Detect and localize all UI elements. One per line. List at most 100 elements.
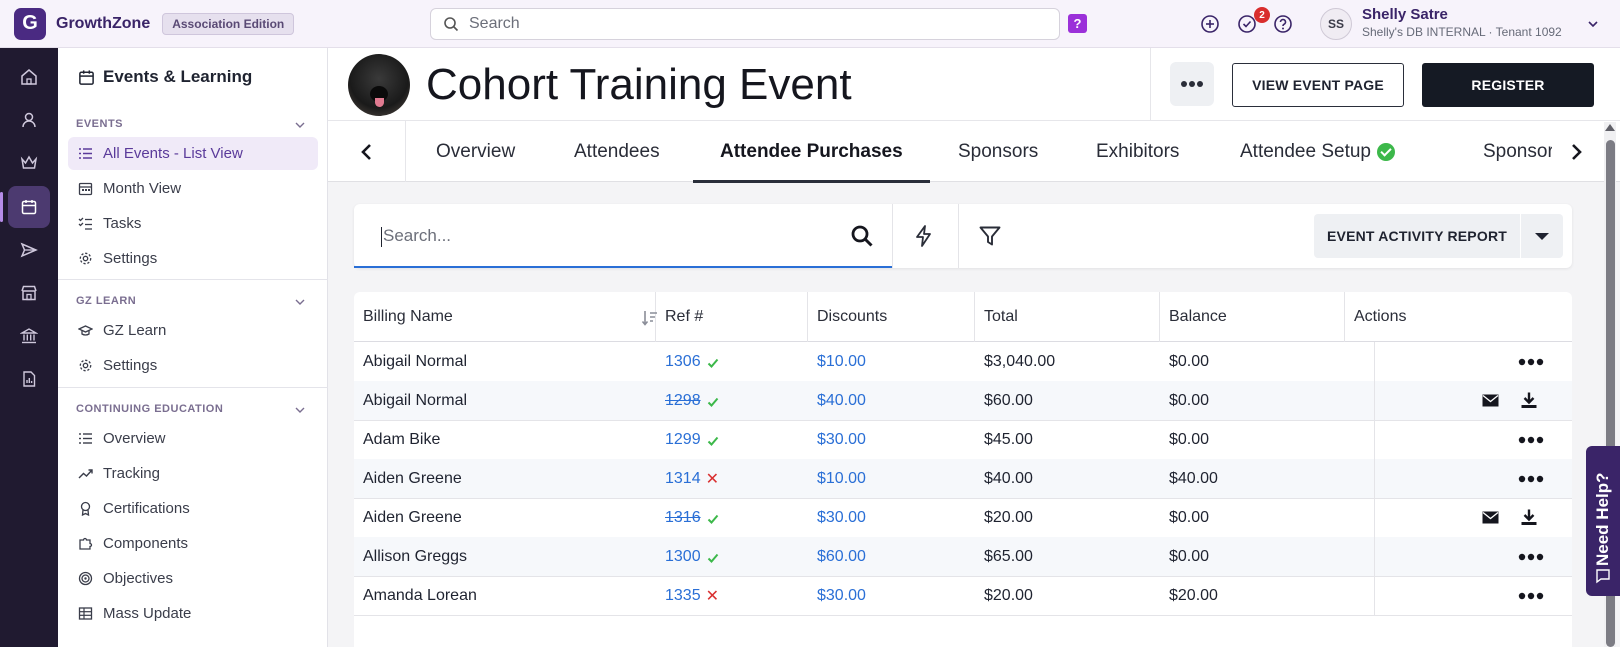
add-circle-icon[interactable] xyxy=(1200,14,1220,34)
tab-attendees[interactable]: Attendees xyxy=(574,121,660,182)
discount-link[interactable]: $10.00 xyxy=(817,470,866,488)
event-activity-report-button[interactable]: EVENT ACTIVITY REPORT xyxy=(1314,214,1520,258)
growthzone-logo[interactable]: G xyxy=(14,7,46,40)
cell-discount: $10.00 xyxy=(817,342,866,382)
cell-balance: $0.00 xyxy=(1169,509,1210,526)
cell-billing-name: Abigail Normal xyxy=(363,353,468,370)
rail-membership[interactable] xyxy=(8,142,50,184)
tabs-scroll-left-button[interactable] xyxy=(328,121,406,182)
filter-icon[interactable] xyxy=(978,224,1002,248)
column-header-billing-name[interactable]: Billing Name xyxy=(354,292,656,342)
chevron-down-icon[interactable] xyxy=(294,119,306,131)
sidebar-item-ce-overview[interactable]: Overview xyxy=(68,422,318,455)
tab-attendee-setup[interactable]: Attendee Setup xyxy=(1240,121,1395,182)
more-options-button[interactable] xyxy=(1170,62,1214,106)
sidebar-item-mass-update[interactable]: Mass Update xyxy=(68,597,318,630)
help-circle-icon[interactable] xyxy=(1273,14,1293,34)
rail-reports[interactable] xyxy=(8,358,50,400)
more-horizontal-icon[interactable] xyxy=(1518,471,1544,487)
rail-store[interactable] xyxy=(8,272,50,314)
more-horizontal-icon xyxy=(1181,81,1203,87)
rail-communications[interactable] xyxy=(8,229,50,271)
more-horizontal-icon[interactable] xyxy=(1518,588,1544,604)
register-button[interactable]: REGISTER xyxy=(1422,63,1594,107)
chevron-down-icon[interactable] xyxy=(294,404,306,416)
sidebar-item-events-settings[interactable]: Settings xyxy=(68,242,318,275)
sidebar-item-certifications[interactable]: Certifications xyxy=(68,492,318,525)
discount-link[interactable]: $30.00 xyxy=(817,431,866,449)
brand-name: GrowthZone xyxy=(56,14,151,32)
table-row[interactable]: Amanda Lorean 1335 ✕ $30.00 $20.00 $20.00 xyxy=(354,576,1572,616)
rail-billing[interactable] xyxy=(8,315,50,357)
email-icon[interactable] xyxy=(1482,510,1499,525)
tabs-scroll-right-button[interactable] xyxy=(1550,121,1602,182)
cell-billing-name: Adam Bike xyxy=(363,431,441,448)
ref-link[interactable]: 1298 xyxy=(665,392,701,410)
sidebar-item-learn-settings[interactable]: Settings xyxy=(68,349,318,382)
column-header-ref[interactable]: Ref # xyxy=(656,292,808,342)
sidebar-item-all-events[interactable]: All Events - List View xyxy=(68,137,318,170)
download-icon[interactable] xyxy=(1520,508,1538,526)
column-header-total[interactable]: Total xyxy=(975,292,1160,342)
ref-link[interactable]: 1299 xyxy=(665,431,701,449)
actions-divider xyxy=(1374,498,1375,538)
discount-link[interactable]: $60.00 xyxy=(817,548,866,566)
column-header-balance[interactable]: Balance xyxy=(1160,292,1345,342)
ref-link[interactable]: 1316 xyxy=(665,509,701,527)
sidebar-item-tracking[interactable]: Tracking xyxy=(68,457,318,490)
chevron-down-icon[interactable] xyxy=(294,296,306,308)
report-dropdown-caret-icon[interactable] xyxy=(1521,214,1563,258)
discount-link[interactable]: $40.00 xyxy=(817,392,866,410)
more-horizontal-icon[interactable] xyxy=(1518,432,1544,448)
sidebar-item-tasks[interactable]: Tasks xyxy=(68,207,318,240)
sidebar-item-gz-learn[interactable]: GZ Learn xyxy=(68,314,318,347)
sidebar-divider xyxy=(58,279,328,280)
table-row[interactable]: Abigail Normal 1306 $10.00 $3,040.00 $0.00 xyxy=(354,342,1572,382)
ref-link[interactable]: 1335 xyxy=(665,587,701,605)
email-icon[interactable] xyxy=(1482,393,1499,408)
discount-link[interactable]: $30.00 xyxy=(817,509,866,527)
search-icon[interactable] xyxy=(850,224,874,248)
user-name[interactable]: Shelly Satre xyxy=(1362,6,1448,23)
rail-events[interactable] xyxy=(0,186,50,228)
tab-sponsor-partial[interactable]: Sponsor xyxy=(1483,121,1552,182)
view-event-page-button[interactable]: VIEW EVENT PAGE xyxy=(1232,63,1404,107)
lightning-bolt-icon[interactable] xyxy=(912,224,936,248)
purchases-search-input[interactable]: Search... xyxy=(354,204,892,268)
more-horizontal-icon[interactable] xyxy=(1518,549,1544,565)
table-row[interactable]: Abigail Normal 1298 $40.00 $60.00 $0.00 xyxy=(354,381,1572,421)
tab-overview[interactable]: Overview xyxy=(436,121,515,182)
puzzle-icon xyxy=(79,537,93,550)
sidebar-item-label: Settings xyxy=(103,357,158,374)
table-row[interactable]: Adam Bike 1299 $30.00 $45.00 $0.00 xyxy=(354,420,1572,460)
sidebar-item-objectives[interactable]: Objectives xyxy=(68,562,318,595)
discount-link[interactable]: $30.00 xyxy=(817,587,866,605)
scroll-up-arrow-icon[interactable] xyxy=(1605,124,1615,131)
ref-link[interactable]: 1314 xyxy=(665,470,701,488)
tab-sponsors[interactable]: Sponsors xyxy=(958,121,1038,182)
need-help-label: Need Help? xyxy=(1593,472,1612,566)
download-icon[interactable] xyxy=(1520,391,1538,409)
tab-attendee-purchases[interactable]: Attendee Purchases xyxy=(693,121,930,183)
table-row[interactable]: Aiden Greene 1316 $30.00 $20.00 $0.00 xyxy=(354,498,1572,538)
need-help-tab[interactable]: Need Help? xyxy=(1586,446,1620,596)
sidebar-item-month-view[interactable]: Month View xyxy=(68,172,318,205)
help-badge-icon[interactable]: ? xyxy=(1068,14,1087,33)
attendee-purchases-table: Billing Name Ref # Discounts Total Balan… xyxy=(354,292,1572,647)
discount-link[interactable]: $10.00 xyxy=(817,353,866,371)
rail-home[interactable] xyxy=(8,56,50,98)
user-avatar[interactable]: SS xyxy=(1320,8,1352,40)
column-header-discounts[interactable]: Discounts xyxy=(808,292,975,342)
home-icon xyxy=(21,69,37,85)
table-row[interactable]: Aiden Greene 1314 ✕ $10.00 $40.00 $40.00 xyxy=(354,459,1572,499)
chevron-down-icon[interactable] xyxy=(1586,17,1600,31)
global-search-input[interactable]: Search xyxy=(430,8,1060,40)
ref-link[interactable]: 1306 xyxy=(665,353,701,371)
rail-contacts[interactable] xyxy=(8,99,50,141)
sidebar-item-components[interactable]: Components xyxy=(68,527,318,560)
ref-link[interactable]: 1300 xyxy=(665,548,701,566)
table-row[interactable]: Allison Greggs 1300 $60.00 $65.00 $0.00 xyxy=(354,537,1572,577)
tab-exhibitors[interactable]: Exhibitors xyxy=(1096,121,1179,182)
more-horizontal-icon[interactable] xyxy=(1518,354,1544,370)
send-icon xyxy=(20,242,38,258)
